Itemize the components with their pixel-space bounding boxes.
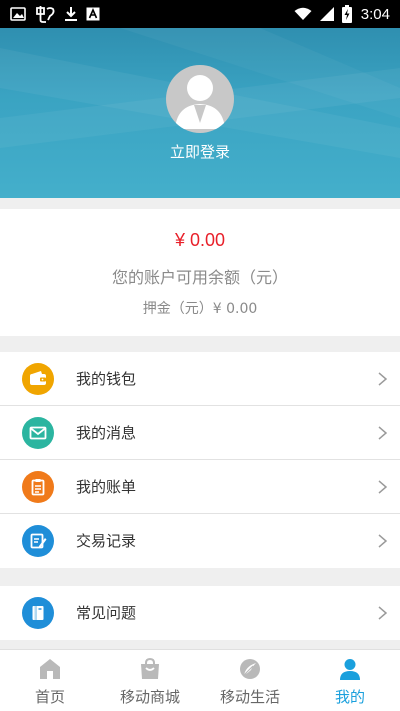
wifi-icon bbox=[294, 7, 312, 21]
book-icon bbox=[22, 597, 54, 629]
deposit-amount: 押金（元）¥ 0.00 bbox=[142, 301, 258, 317]
tab-mall[interactable]: 移动商城 bbox=[100, 650, 200, 711]
status-bar: 3:04 bbox=[0, 0, 400, 28]
menu-item-bills[interactable]: 我的账单 bbox=[0, 460, 400, 514]
image-icon bbox=[10, 7, 26, 21]
tab-life[interactable]: 移动生活 bbox=[200, 650, 300, 711]
menu-label: 我的消息 bbox=[76, 424, 137, 442]
tab-label: 移动商城 bbox=[119, 688, 180, 706]
chevron-right-icon bbox=[378, 534, 387, 548]
balance-card: ¥ 0.00 您的账户可用余额（元） 押金（元）¥ 0.00 bbox=[0, 209, 400, 336]
balance-amount: ¥ 0.00 bbox=[174, 230, 226, 250]
bottom-tab-bar: 首页 移动商城 移动生活 我的 bbox=[0, 649, 400, 711]
clipboard-icon bbox=[22, 471, 54, 503]
battery-charging-icon bbox=[341, 5, 352, 23]
feather-planet-icon bbox=[237, 656, 263, 682]
envelope-icon bbox=[22, 417, 54, 449]
chevron-right-icon bbox=[378, 480, 387, 494]
menu-item-transactions[interactable]: 交易记录 bbox=[0, 514, 400, 568]
home-icon bbox=[37, 656, 63, 682]
menu-group-help: 常见问题 bbox=[0, 586, 400, 640]
download-icon bbox=[64, 6, 78, 22]
default-user-icon bbox=[175, 75, 225, 129]
menu-label: 我的账单 bbox=[76, 478, 137, 496]
menu-item-wallet[interactable]: 我的钱包 bbox=[0, 352, 400, 406]
chevron-right-icon bbox=[378, 372, 387, 386]
status-right-icons: 3:04 bbox=[294, 5, 390, 23]
chevron-right-icon bbox=[378, 606, 387, 620]
menu-item-faq[interactable]: 常见问题 bbox=[0, 586, 400, 640]
menu-label: 我的钱包 bbox=[76, 370, 137, 388]
tab-home[interactable]: 首页 bbox=[0, 650, 100, 711]
chinese-char-icon bbox=[34, 5, 56, 23]
balance-label: 您的账户可用余额（元） bbox=[111, 268, 288, 287]
login-link[interactable]: 立即登录 bbox=[0, 141, 400, 162]
menu-item-messages[interactable]: 我的消息 bbox=[0, 406, 400, 460]
status-left-icons bbox=[10, 5, 100, 23]
edit-record-icon bbox=[22, 525, 54, 557]
menu-label: 常见问题 bbox=[76, 604, 137, 622]
signal-icon bbox=[319, 6, 335, 22]
avatar[interactable] bbox=[166, 65, 234, 133]
wallet-icon bbox=[22, 363, 54, 395]
menu-label: 交易记录 bbox=[76, 532, 137, 550]
tab-label: 移动生活 bbox=[219, 688, 280, 706]
tab-mine[interactable]: 我的 bbox=[300, 650, 400, 711]
tab-label: 首页 bbox=[34, 688, 65, 706]
profile-header: 立即登录 bbox=[0, 28, 400, 198]
shopping-bag-icon bbox=[137, 656, 163, 682]
font-a-icon bbox=[86, 7, 100, 21]
chevron-right-icon bbox=[378, 426, 387, 440]
user-icon bbox=[337, 656, 363, 682]
menu-group-account: 我的钱包 我的消息 我的账单 交易记录 bbox=[0, 352, 400, 568]
tab-label: 我的 bbox=[334, 688, 365, 706]
status-time: 3:04 bbox=[360, 5, 390, 23]
